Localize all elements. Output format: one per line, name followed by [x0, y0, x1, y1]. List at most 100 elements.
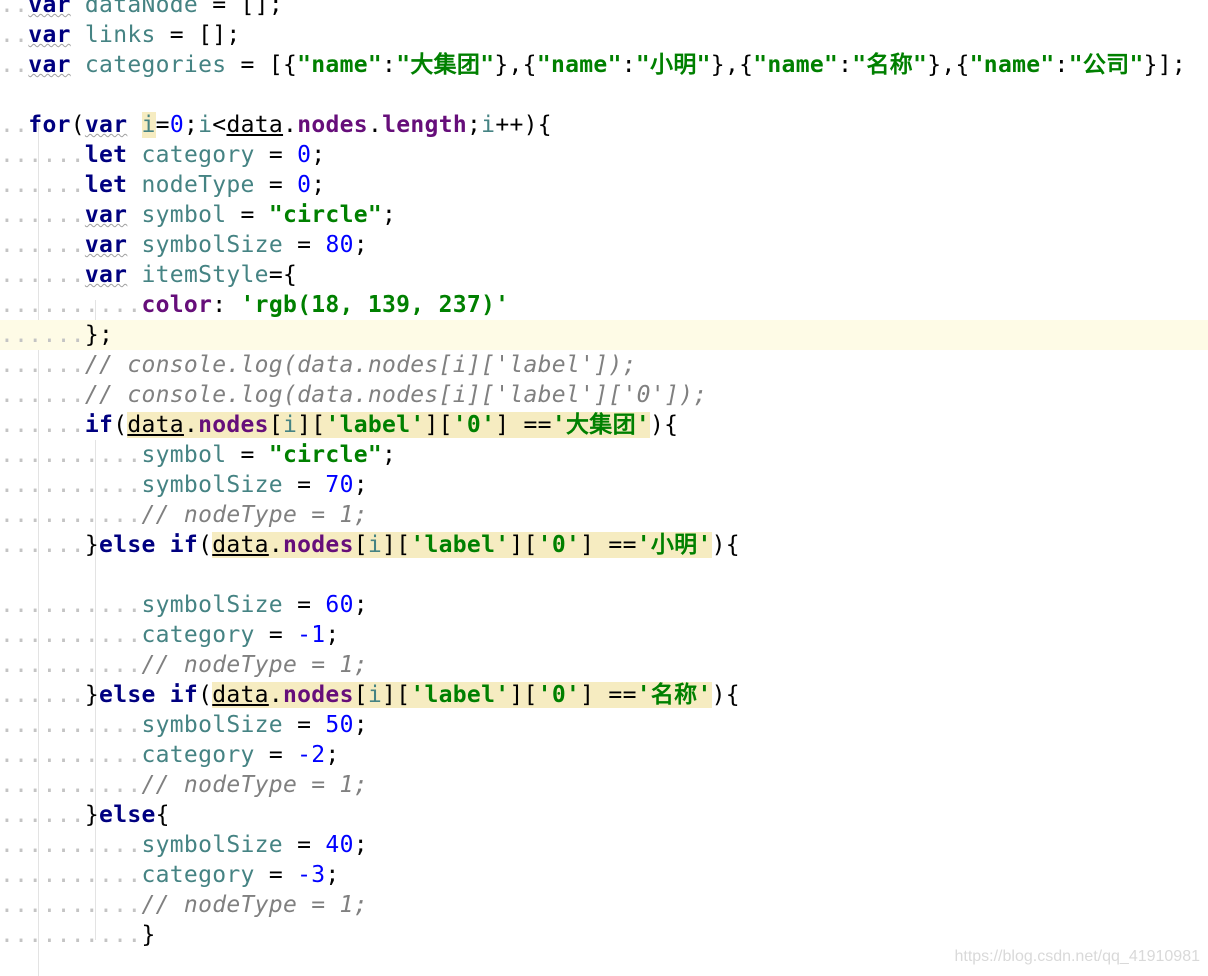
code-token: else if — [99, 532, 199, 558]
code-token: // console.log(data.nodes[i]['label']); — [84, 352, 637, 378]
code-token: "大集团" — [396, 52, 495, 78]
code-token: 'label' — [410, 532, 510, 558]
code-token: ][ — [424, 412, 453, 438]
code-token: var — [84, 112, 128, 138]
code-line[interactable]: ..........category = -3; — [0, 860, 1208, 890]
code-token: var — [28, 0, 71, 18]
whitespace-dots: ...... — [0, 532, 85, 558]
code-line[interactable]: ......}else if(data.nodes[i]['label']['0… — [0, 680, 1208, 710]
whitespace-dots: ...... — [0, 262, 85, 288]
code-line[interactable]: ......// console.log(data.nodes[i]['labe… — [0, 350, 1208, 380]
code-token: category — [141, 142, 255, 168]
code-token: "小明" — [635, 52, 711, 78]
code-line[interactable]: ......var symbol = "circle"; — [0, 200, 1208, 230]
code-token: ; — [325, 862, 340, 888]
code-token: // nodeType = 1; — [141, 772, 368, 798]
code-token: ){ — [650, 412, 679, 438]
code-line[interactable]: ..........category = -2; — [0, 740, 1208, 770]
code-line[interactable]: ..........category = -1; — [0, 620, 1208, 650]
code-token: ; — [382, 202, 397, 228]
code-line[interactable]: ..........symbolSize = 70; — [0, 470, 1208, 500]
code-token: ][ — [509, 682, 538, 708]
code-line[interactable]: ......let category = 0; — [0, 140, 1208, 170]
code-line[interactable]: ..var categories = [{"name":"大集团"},{"nam… — [0, 50, 1208, 80]
code-token: = — [254, 142, 298, 168]
code-token: var — [84, 262, 128, 288]
code-token: = — [282, 232, 326, 258]
code-token: = — [282, 592, 326, 618]
code-token: ( — [113, 412, 128, 438]
code-token: ++){ — [495, 112, 552, 138]
code-token: nodes — [297, 112, 368, 138]
code-line[interactable]: ..........// nodeType = 1; — [0, 650, 1208, 680]
code-token: '名称' — [636, 682, 712, 708]
whitespace-dots: .......... — [0, 832, 142, 858]
whitespace-dots: .......... — [0, 892, 142, 918]
code-token: ; — [311, 172, 326, 198]
code-token: }; — [84, 322, 114, 348]
whitespace-dots: .......... — [0, 622, 142, 648]
code-token: // nodeType = 1; — [141, 892, 368, 918]
code-token: ( — [70, 112, 85, 138]
whitespace-dots: .. — [0, 52, 29, 78]
code-token: else if — [99, 682, 199, 708]
code-line[interactable] — [0, 560, 1208, 590]
code-token: ; — [325, 742, 340, 768]
code-token: '0' — [537, 532, 581, 558]
code-token: '小明' — [636, 532, 712, 558]
code-line[interactable]: ..........// nodeType = 1; — [0, 770, 1208, 800]
code-token: var — [28, 52, 71, 78]
whitespace-dots: .......... — [0, 292, 142, 318]
code-token: < — [212, 112, 227, 138]
code-token: symbolSize — [141, 232, 283, 258]
code-line[interactable]: ..........} — [0, 920, 1208, 950]
code-token: 70 — [325, 472, 354, 498]
code-token: ] == — [495, 412, 552, 438]
code-line[interactable]: ..........symbolSize = 40; — [0, 830, 1208, 860]
code-line[interactable]: ..var dataNode = []; — [0, 0, 1208, 20]
code-line[interactable]: ..........// nodeType = 1; — [0, 500, 1208, 530]
code-line[interactable]: ..........symbolSize = 60; — [0, 590, 1208, 620]
code-token: = — [254, 742, 298, 768]
code-editor[interactable]: ..var dataNode = []; ..var links = []; ..v… — [0, 0, 1208, 976]
whitespace-dots: ...... — [0, 232, 85, 258]
code-line[interactable]: ......let nodeType = 0; — [0, 170, 1208, 200]
code-token: let — [84, 142, 128, 168]
code-line[interactable]: ......// console.log(data.nodes[i]['labe… — [0, 380, 1208, 410]
code-line[interactable]: ..........color: 'rgb(18, 139, 237)' — [0, 290, 1208, 320]
code-line[interactable]: ......}; — [0, 320, 1208, 350]
whitespace-dots: ...... — [0, 682, 85, 708]
whitespace-dots: .......... — [0, 592, 142, 618]
code-line[interactable]: ......var symbolSize = 80; — [0, 230, 1208, 260]
code-token: ; — [353, 232, 368, 258]
code-token: . — [268, 532, 283, 558]
code-token: } — [84, 802, 100, 828]
code-line[interactable]: ..........symbolSize = 50; — [0, 710, 1208, 740]
code-line[interactable]: ......}else if(data.nodes[i]['label']['0… — [0, 530, 1208, 560]
whitespace-dots: ...... — [0, 142, 85, 168]
code-token: links — [84, 22, 156, 48]
code-line[interactable]: ..var links = []; — [0, 20, 1208, 50]
code-line[interactable]: ......var itemStyle={ — [0, 260, 1208, 290]
code-line[interactable]: ..for(var i=0;i<data.nodes.length;i++){ — [0, 110, 1208, 140]
code-token: ][ — [297, 412, 326, 438]
code-line[interactable] — [0, 80, 1208, 110]
code-token: nodes — [282, 532, 354, 558]
code-token: "circle" — [268, 202, 383, 228]
code-token: ][ — [509, 532, 538, 558]
code-line[interactable]: ......if(data.nodes[i]['label']['0'] =='… — [0, 410, 1208, 440]
code-line[interactable]: ..........// nodeType = 1; — [0, 890, 1208, 920]
code-token: } — [141, 922, 156, 948]
code-token: for — [28, 112, 71, 138]
code-token: "name" — [969, 52, 1055, 78]
whitespace-dots: ...... — [0, 172, 85, 198]
code-token: 0 — [169, 112, 184, 138]
code-line[interactable]: ..........symbol = "circle"; — [0, 440, 1208, 470]
code-token: : — [838, 52, 853, 78]
code-line[interactable]: ......}else{ — [0, 800, 1208, 830]
